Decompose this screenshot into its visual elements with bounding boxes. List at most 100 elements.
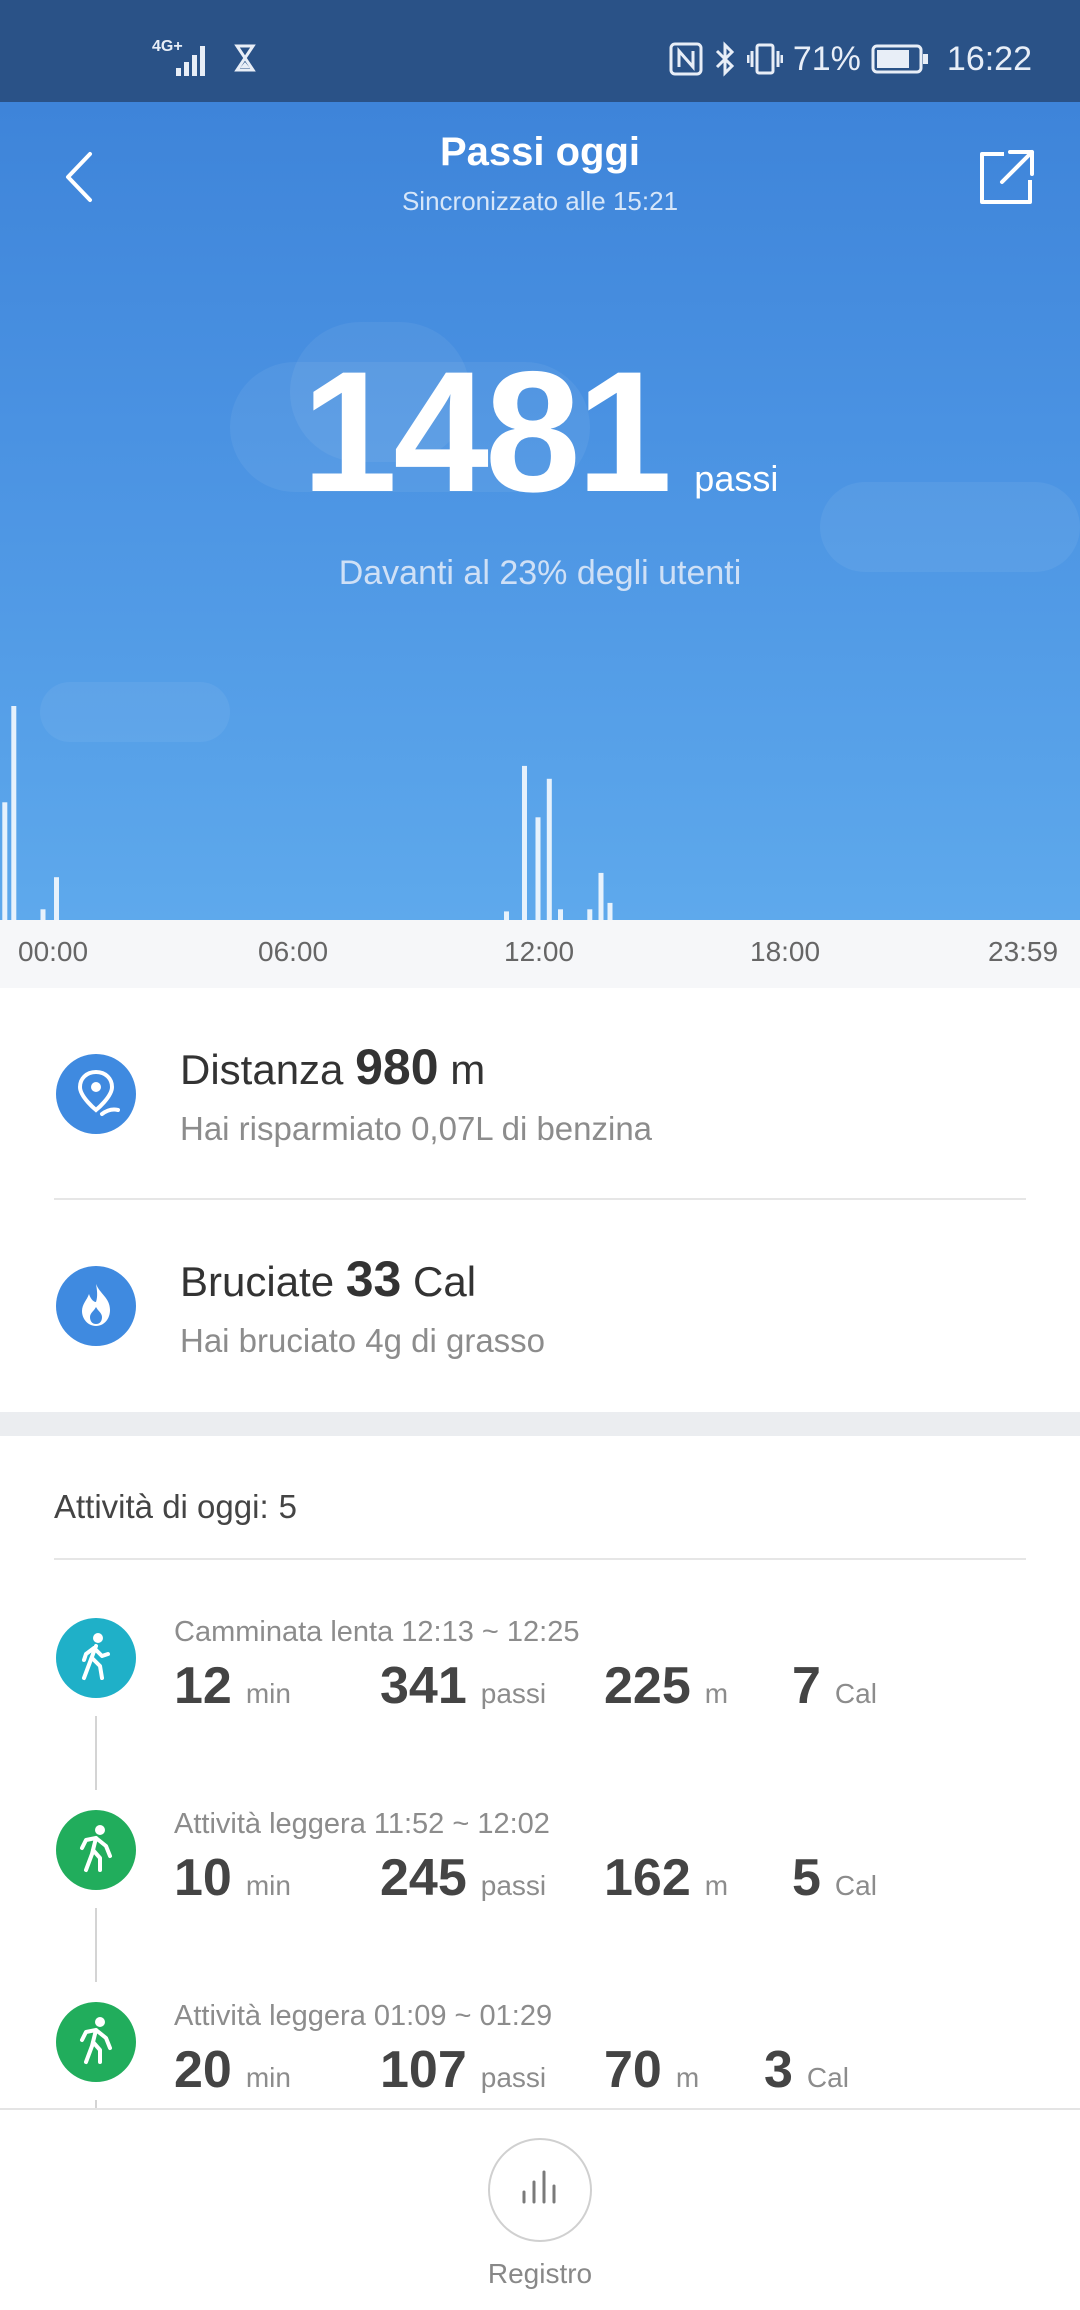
calories-row: Bruciate 33 Cal Hai bruciato 4g di grass… (0, 1200, 1080, 1412)
chart-bar (522, 765, 527, 920)
steps-unit: passi (480, 1678, 547, 1709)
distance-value: 162 (604, 1849, 691, 1907)
chart-bar (598, 872, 604, 920)
activity-label: Attività leggera 01:09 ~ 01:29 (174, 2000, 553, 2032)
distance-note: Hai risparmiato 0,07L di benzina (180, 1110, 653, 1147)
chart-bar (546, 778, 552, 920)
distance-label: Distanza (180, 1046, 344, 1093)
steps: 245 passi (380, 1848, 546, 1908)
signal-icon: 4G+ (152, 38, 216, 78)
calories: 5 Cal (792, 1848, 877, 1908)
calories-text: Bruciate 33 Cal (180, 1250, 476, 1308)
steps-count: 1481 (301, 336, 673, 528)
distance-unit: m (450, 1046, 486, 1093)
nfc-icon (669, 42, 703, 76)
steps-summary: 1481 passi (0, 342, 1080, 522)
axis-tick-label: 12:00 (504, 936, 575, 967)
duration-unit: min (245, 1870, 291, 1901)
share-icon[interactable] (974, 144, 1040, 210)
vibrate-icon (746, 43, 783, 75)
calories: 3 Cal (764, 2040, 849, 2100)
distance-row: Distanza 980 m Hai risparmiato 0,07L di … (0, 988, 1080, 1200)
distance-value: 980 (355, 1039, 439, 1095)
sync-status: Sincronizzato alle 15:21 (401, 186, 679, 216)
calories-icon-circle (56, 1266, 136, 1346)
calories-value: 33 (345, 1251, 402, 1307)
activity-icon-circle (56, 2002, 136, 2082)
axis-tick-label: 06:00 (258, 936, 329, 967)
calories-unit: Cal (413, 1258, 477, 1305)
activity-icon-circle (56, 1810, 136, 1890)
distance: 225 m (604, 1656, 728, 1716)
calories-value: 7 (792, 1657, 821, 1715)
duration: 10 min (174, 1848, 291, 1908)
calories-note: Hai bruciato 4g di grasso (180, 1322, 546, 1359)
activity-label: Attività leggera 11:52 ~ 12:02 (174, 1808, 550, 1840)
chart-bar (40, 909, 46, 920)
hourly-steps-chart (2, 706, 613, 920)
calories: 7 Cal (792, 1656, 877, 1716)
log-button-label[interactable]: Registro (0, 2258, 1080, 2290)
axis-tick-label: 18:00 (750, 936, 821, 967)
location-pin-icon (77, 1069, 120, 1116)
activity-metrics: 10 min 245 passi 162 m 5 Cal (174, 1848, 1054, 1908)
chart-bar (2, 802, 8, 920)
steps-hero: Passi oggi Sincronizzato alle 15:21 1481… (0, 102, 1080, 920)
calories-value: 3 (764, 2041, 793, 2099)
battery-icon (871, 44, 928, 74)
calories-label: Bruciate (180, 1258, 335, 1305)
section-separator (0, 1412, 1080, 1436)
duration: 12 min (174, 1656, 291, 1716)
duration-value: 20 (174, 2041, 232, 2099)
bar-chart-icon (522, 2170, 556, 2204)
activity-label: Camminata lenta 12:13 ~ 12:25 (174, 1616, 580, 1648)
activities-title: Attività di oggi: (54, 1488, 269, 1525)
calories-unit: Cal (834, 1870, 877, 1901)
calories-unit: Cal (806, 2062, 849, 2093)
distance-icon-circle (56, 1054, 136, 1134)
duration-value: 10 (174, 1849, 232, 1907)
light-activity-icon (80, 2017, 112, 2064)
distance-value: 70 (604, 2041, 662, 2099)
duration-unit: min (245, 1678, 291, 1709)
light-activity-icon (80, 1825, 112, 1872)
page-title: Passi oggi (439, 130, 641, 174)
activity-item[interactable]: Camminata lenta 12:13 ~ 12:25 12 min 341 p… (0, 1610, 1080, 1760)
steps: 107 passi (380, 2040, 546, 2100)
steps-unit: passi (694, 458, 779, 499)
activities-header: Attività di oggi: 5 (54, 1488, 297, 1526)
steps-value: 107 (380, 2041, 467, 2099)
chart-bar (535, 817, 541, 920)
chart-bar (558, 909, 563, 920)
axis-tick-label: 00:00 (18, 936, 89, 967)
status-right: 71% 16:22 (669, 36, 1032, 82)
duration-value: 12 (174, 1657, 232, 1715)
clock: 16:22 (946, 39, 1032, 78)
distance-unit: m (704, 1678, 729, 1709)
distance-text: Distanza 980 m (180, 1038, 485, 1096)
steps-unit: passi (480, 1870, 547, 1901)
flame-icon (82, 1284, 110, 1326)
chart-bar (587, 909, 593, 920)
activity-metrics: 20 min 107 passi 70 m 3 Cal (174, 2040, 1054, 2100)
chart-bar (607, 902, 613, 920)
duration: 20 min (174, 2040, 291, 2100)
activities-count: 5 (278, 1488, 297, 1525)
divider (54, 1558, 1026, 1560)
chart-bar (504, 911, 509, 920)
bluetooth-icon (715, 41, 734, 77)
activity-item[interactable]: Attività leggera 11:52 ~ 12:02 10 min 245… (0, 1802, 1080, 1952)
duration-unit: min (245, 2062, 291, 2093)
axis-tick-label: 23:59 (988, 936, 1059, 967)
activity-icon-circle (56, 1618, 136, 1698)
log-button[interactable] (488, 2138, 592, 2242)
distance-value: 225 (604, 1657, 691, 1715)
steps-unit: passi (480, 2062, 547, 2093)
status-bar: 4G+ 71% 16:22 (0, 0, 1080, 102)
hourglass-icon (234, 44, 256, 72)
distance-unit: m (675, 2062, 700, 2093)
bottom-bar: Registro (0, 2108, 1080, 2310)
status-left: 4G+ (152, 38, 256, 78)
distance-unit: m (704, 1870, 729, 1901)
user-ranking: Davanti al 23% degli utenti (338, 554, 742, 592)
